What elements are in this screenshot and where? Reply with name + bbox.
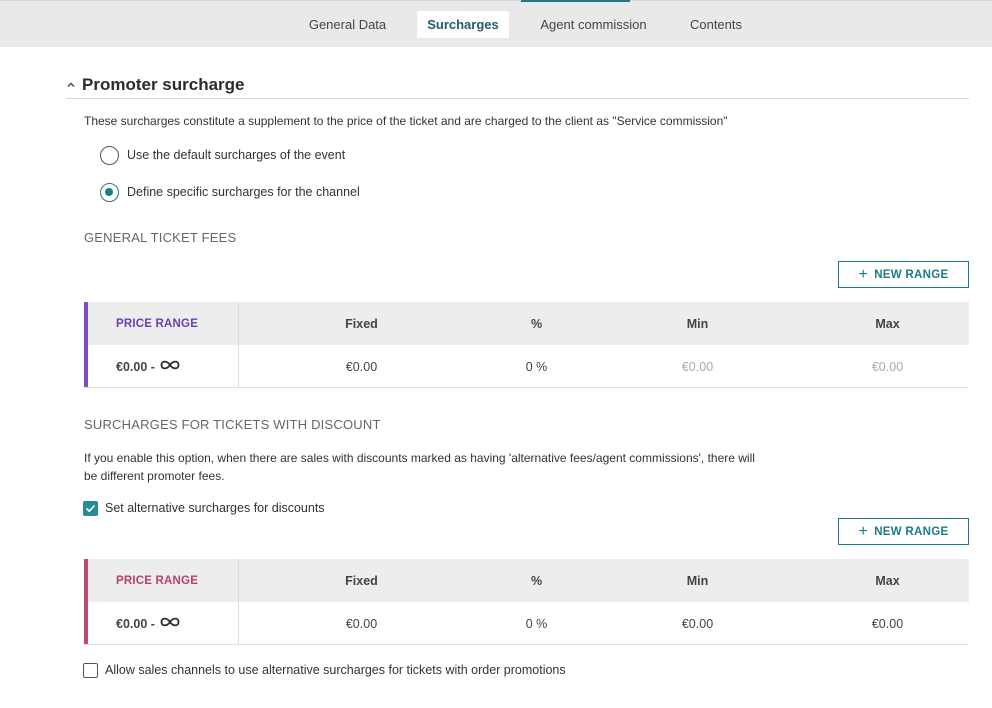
table-header: PRICE RANGE Fixed % Min Max — [84, 559, 969, 602]
cell-max[interactable]: €0.00 — [806, 602, 969, 645]
checkbox-checked[interactable] — [83, 500, 98, 516]
new-range-label: NEW RANGE — [874, 268, 949, 281]
header-percent: % — [530, 573, 543, 588]
checkbox-label: Set alternative surcharges for discounts — [105, 501, 325, 515]
tab-contents[interactable]: Contents — [677, 11, 755, 38]
range-value: €0.00 - — [116, 359, 155, 374]
plus-icon: + — [858, 522, 869, 540]
table-row: €0.00 - €0.00 0 % €0.00 €0.00 — [84, 345, 969, 388]
tab-agent-commission[interactable]: Agent commission — [530, 11, 657, 38]
header-price-range: PRICE RANGE — [88, 559, 239, 602]
header-percent: % — [530, 316, 543, 331]
cell-max[interactable]: €0.00 — [806, 345, 969, 388]
tab-surcharges[interactable]: Surcharges — [417, 11, 509, 38]
cell-min[interactable]: €0.00 — [589, 345, 806, 388]
section-header: Promoter surcharge — [66, 74, 969, 99]
cell-percent[interactable]: 0 % — [484, 602, 589, 645]
header-fixed: Fixed — [345, 573, 378, 588]
active-indicator — [521, 0, 630, 2]
infinity-icon — [159, 359, 181, 374]
header-fixed: Fixed — [345, 316, 378, 331]
tab-bar: General Data Surcharges Agent commission… — [0, 0, 992, 47]
cell-fixed[interactable]: €0.00 — [239, 602, 484, 645]
cell-price-range: €0.00 - — [88, 345, 239, 388]
new-range-label: NEW RANGE — [874, 525, 949, 538]
range-value: €0.00 - — [116, 616, 155, 631]
section-title: Promoter surcharge — [82, 75, 245, 94]
radio-label: Use the default surcharges of the event — [127, 148, 346, 162]
checkbox-label: Allow sales channels to use alternative … — [105, 663, 566, 677]
radio-button-checked[interactable] — [100, 182, 119, 202]
radio-default-surcharges[interactable]: Use the default surcharges of the event — [100, 145, 345, 165]
checkbox-unchecked[interactable] — [83, 662, 98, 678]
new-range-button[interactable]: + NEW RANGE — [838, 261, 969, 288]
tab-general-data[interactable]: General Data — [297, 11, 398, 38]
accent-bar — [84, 302, 88, 387]
cell-percent[interactable]: 0 % — [484, 345, 589, 388]
order-promotions-checkbox-row[interactable]: Allow sales channels to use alternative … — [83, 662, 566, 678]
discount-description: If you enable this option, when there ar… — [84, 451, 755, 483]
table-row: €0.00 - €0.00 0 % €0.00 €0.00 — [84, 602, 969, 645]
plus-icon: + — [858, 265, 869, 283]
header-max: Max — [875, 316, 900, 331]
new-range-button-discount[interactable]: + NEW RANGE — [838, 518, 969, 545]
radio-specific-surcharges[interactable]: Define specific surcharges for the chann… — [100, 182, 360, 202]
alternative-surcharges-checkbox-row[interactable]: Set alternative surcharges for discounts — [83, 500, 325, 516]
cell-fixed[interactable]: €0.00 — [239, 345, 484, 388]
infinity-icon — [159, 616, 181, 631]
header-min: Min — [686, 573, 709, 588]
cell-price-range: €0.00 - — [88, 602, 239, 645]
accent-bar — [84, 559, 88, 644]
header-max: Max — [875, 573, 900, 588]
header-price-range: PRICE RANGE — [88, 302, 239, 345]
top-divider — [0, 0, 992, 1]
discount-fees-heading: SURCHARGES FOR TICKETS WITH DISCOUNT — [84, 417, 381, 432]
chevron-up-icon[interactable] — [66, 80, 76, 90]
radio-button[interactable] — [100, 145, 119, 165]
radio-label: Define specific surcharges for the chann… — [127, 185, 360, 199]
general-fees-heading: GENERAL TICKET FEES — [84, 230, 237, 245]
cell-min[interactable]: €0.00 — [589, 602, 806, 645]
table-header: PRICE RANGE Fixed % Min Max — [84, 302, 969, 345]
section-description: These surcharges constitute a supplement… — [84, 114, 728, 128]
header-min: Min — [686, 316, 709, 331]
